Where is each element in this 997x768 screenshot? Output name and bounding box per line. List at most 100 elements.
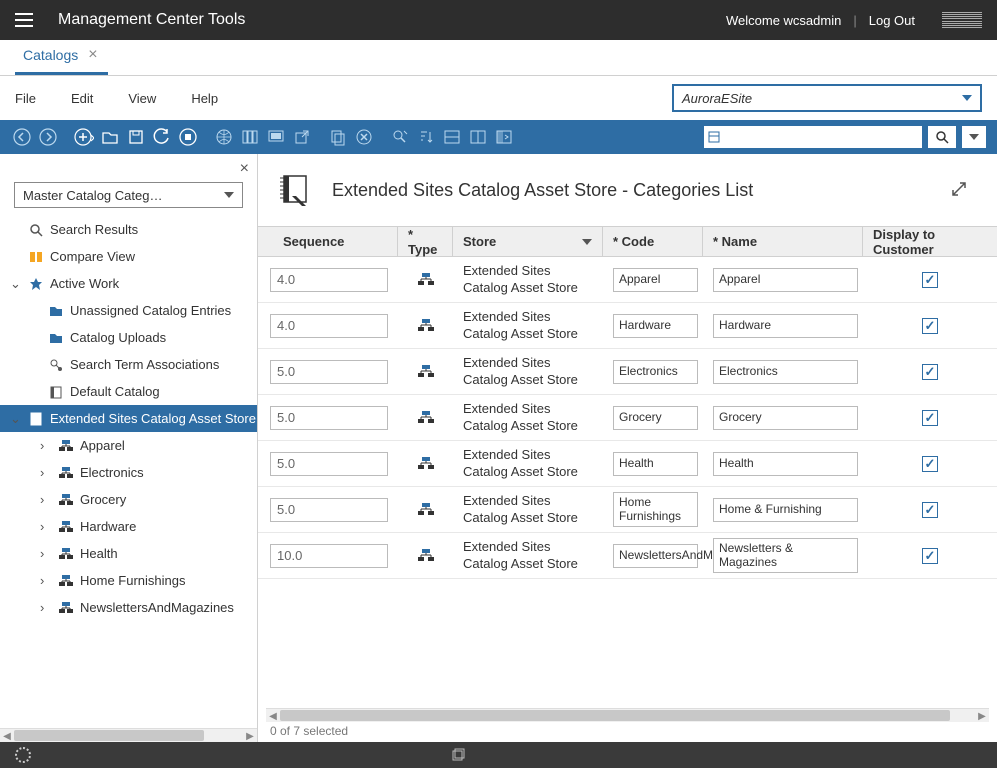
table-row[interactable]: 4.0Extended Sites Catalog Asset StoreApp… xyxy=(258,257,997,303)
refresh-icon[interactable] xyxy=(150,125,174,149)
stop-icon[interactable] xyxy=(176,125,200,149)
sequence-input[interactable]: 5.0 xyxy=(270,498,388,522)
code-input[interactable]: Grocery xyxy=(613,406,698,430)
code-input[interactable]: Home Furnishings xyxy=(613,492,698,526)
name-input[interactable]: Newsletters & Magazines xyxy=(713,538,858,572)
collapse-icon[interactable]: ⌄ xyxy=(10,411,22,427)
display-checkbox[interactable]: ✓ xyxy=(922,272,938,288)
col-store[interactable]: Store xyxy=(453,227,603,256)
tree-item[interactable]: ›Electronics xyxy=(0,459,257,486)
col-sequence[interactable]: Sequence xyxy=(258,227,398,256)
globe-icon[interactable] xyxy=(212,125,236,149)
restore-icon[interactable] xyxy=(451,747,465,764)
popout-icon[interactable] xyxy=(290,125,314,149)
table-row[interactable]: 5.0Extended Sites Catalog Asset StoreHom… xyxy=(258,487,997,533)
close-icon[interactable]: × xyxy=(88,46,97,64)
col-code[interactable]: * Code xyxy=(603,227,703,256)
name-input[interactable]: Home & Furnishing xyxy=(713,498,858,522)
scroll-left-icon[interactable]: ◀ xyxy=(0,729,14,743)
table-row[interactable]: 4.0Extended Sites Catalog Asset StoreHar… xyxy=(258,303,997,349)
store-selector[interactable]: AuroraESite xyxy=(672,84,982,112)
code-input[interactable]: Health xyxy=(613,452,698,476)
name-input[interactable]: Electronics xyxy=(713,360,858,384)
collapse-icon[interactable]: ⌄ xyxy=(10,276,22,292)
sidebar-scrollbar[interactable]: ◀ ▶ xyxy=(0,728,257,742)
sequence-input[interactable]: 5.0 xyxy=(270,360,388,384)
tree-item[interactable]: ›Health xyxy=(0,540,257,567)
tree-item[interactable]: Default Catalog xyxy=(0,378,257,405)
display-checkbox[interactable]: ✓ xyxy=(922,318,938,334)
columns-icon[interactable] xyxy=(238,125,262,149)
scroll-thumb[interactable] xyxy=(14,730,204,741)
table-row[interactable]: 10.0Extended Sites Catalog Asset StoreNe… xyxy=(258,533,997,579)
tree-item[interactable]: Search Term Associations xyxy=(0,351,257,378)
catalog-selector[interactable]: Master Catalog Categ… xyxy=(14,182,243,208)
split-h-icon[interactable] xyxy=(440,125,464,149)
expand-icon[interactable]: › xyxy=(40,465,52,480)
display-checkbox[interactable]: ✓ xyxy=(922,364,938,380)
expand-icon[interactable] xyxy=(951,181,967,200)
col-name[interactable]: * Name xyxy=(703,227,863,256)
expand-icon[interactable]: › xyxy=(40,546,52,561)
scroll-left-icon[interactable]: ◀ xyxy=(266,709,280,723)
tab-catalogs[interactable]: Catalogs × xyxy=(15,38,108,75)
tree-item[interactable]: ⌄Extended Sites Catalog Asset Store xyxy=(0,405,257,432)
sequence-input[interactable]: 4.0 xyxy=(270,314,388,338)
display-checkbox[interactable]: ✓ xyxy=(922,502,938,518)
search-input[interactable] xyxy=(724,130,922,144)
menu-view[interactable]: View xyxy=(128,91,156,106)
sequence-input[interactable]: 5.0 xyxy=(270,406,388,430)
open-icon[interactable] xyxy=(98,125,122,149)
expand-icon[interactable]: › xyxy=(40,438,52,453)
menu-edit[interactable]: Edit xyxy=(71,91,93,106)
name-input[interactable]: Grocery xyxy=(713,406,858,430)
table-row[interactable]: 5.0Extended Sites Catalog Asset StoreHea… xyxy=(258,441,997,487)
find-icon[interactable] xyxy=(388,125,412,149)
display-checkbox[interactable]: ✓ xyxy=(922,456,938,472)
tree-item[interactable]: ⌄Active Work xyxy=(0,270,257,297)
toolbar-search[interactable] xyxy=(703,125,923,149)
expand-icon[interactable]: › xyxy=(40,492,52,507)
sidebar-close-icon[interactable]: × xyxy=(240,160,249,178)
forward-icon[interactable] xyxy=(36,125,60,149)
display-checkbox[interactable]: ✓ xyxy=(922,548,938,564)
name-input[interactable]: Health xyxy=(713,452,858,476)
sequence-input[interactable]: 10.0 xyxy=(270,544,388,568)
table-row[interactable]: 5.0Extended Sites Catalog Asset StoreGro… xyxy=(258,395,997,441)
sequence-input[interactable]: 4.0 xyxy=(270,268,388,292)
menu-file[interactable]: File xyxy=(15,91,36,106)
code-input[interactable]: Apparel xyxy=(613,268,698,292)
col-type[interactable]: * Type xyxy=(398,227,453,256)
tree-item[interactable]: ›Grocery xyxy=(0,486,257,513)
scroll-right-icon[interactable]: ▶ xyxy=(975,709,989,723)
new-icon[interactable] xyxy=(72,125,96,149)
code-input[interactable]: Hardware xyxy=(613,314,698,338)
copy-icon[interactable] xyxy=(326,125,350,149)
panel-icon[interactable] xyxy=(492,125,516,149)
sequence-input[interactable]: 5.0 xyxy=(270,452,388,476)
save-icon[interactable] xyxy=(124,125,148,149)
logout-link[interactable]: Log Out xyxy=(869,13,915,28)
display-checkbox[interactable]: ✓ xyxy=(922,410,938,426)
menu-help[interactable]: Help xyxy=(191,91,218,106)
scroll-thumb[interactable] xyxy=(280,710,950,721)
tree-item[interactable]: Compare View xyxy=(0,243,257,270)
scroll-right-icon[interactable]: ▶ xyxy=(243,729,257,743)
back-icon[interactable] xyxy=(10,125,34,149)
tree-item[interactable]: Catalog Uploads xyxy=(0,324,257,351)
expand-icon[interactable]: › xyxy=(40,600,52,615)
sort-icon[interactable] xyxy=(414,125,438,149)
table-scrollbar[interactable]: ◀ ▶ xyxy=(266,708,989,722)
table-row[interactable]: 5.0Extended Sites Catalog Asset StoreEle… xyxy=(258,349,997,395)
menu-icon[interactable] xyxy=(15,13,33,27)
tree-item[interactable]: ›Apparel xyxy=(0,432,257,459)
delete-icon[interactable] xyxy=(352,125,376,149)
tree-item[interactable]: ›NewslettersAndMagazines xyxy=(0,594,257,621)
tree-item[interactable]: Unassigned Catalog Entries xyxy=(0,297,257,324)
screen-icon[interactable] xyxy=(264,125,288,149)
tree-item[interactable]: ›Hardware xyxy=(0,513,257,540)
name-input[interactable]: Apparel xyxy=(713,268,858,292)
tree-item[interactable]: ›Home Furnishings xyxy=(0,567,257,594)
name-input[interactable]: Hardware xyxy=(713,314,858,338)
tree-item[interactable]: Search Results xyxy=(0,216,257,243)
